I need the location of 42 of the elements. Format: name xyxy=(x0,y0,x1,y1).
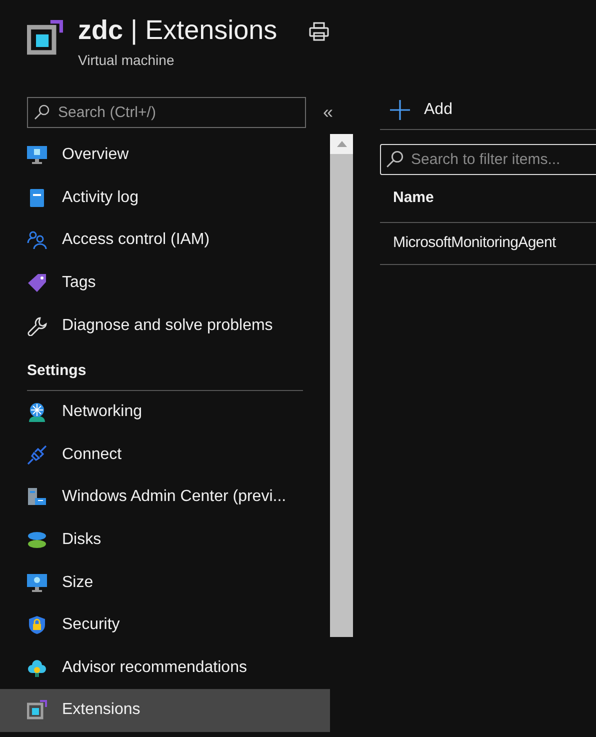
server-icon xyxy=(27,487,47,508)
column-header: Name xyxy=(393,188,434,208)
people-icon xyxy=(27,230,47,250)
nav-item[interactable]: Size xyxy=(0,561,330,604)
disks-icon xyxy=(27,530,47,550)
nav-item[interactable]: Extensions xyxy=(0,689,330,732)
collapse-button[interactable]: « xyxy=(323,103,334,121)
nav-item[interactable]: Windows Admin Center (previ... xyxy=(0,476,330,519)
extensions-icon xyxy=(27,700,47,720)
section-heading: Settings xyxy=(27,362,86,379)
nav-item[interactable]: Disks xyxy=(0,518,330,562)
monitor-icon xyxy=(27,572,47,593)
nav-item[interactable]: Connect xyxy=(0,434,330,476)
scrollbar[interactable] xyxy=(330,134,353,637)
nav-item[interactable]: Networking xyxy=(0,390,330,434)
search-icon xyxy=(34,104,50,120)
cloud-icon xyxy=(27,658,47,678)
network-icon xyxy=(27,402,47,422)
add-button[interactable]: Add xyxy=(380,98,452,122)
page-title: zdc | Extensions xyxy=(78,14,278,46)
nav-item[interactable]: Overview xyxy=(0,134,330,177)
tag-icon xyxy=(27,273,47,294)
nav-item[interactable]: Advisor recommendations xyxy=(0,646,330,690)
shield-icon xyxy=(27,615,47,636)
search-field[interactable]: Search (Ctrl+/) xyxy=(27,96,306,128)
search-icon xyxy=(386,150,404,168)
nav-item[interactable]: Access control (IAM) xyxy=(0,219,330,262)
nav-item[interactable]: Activity log xyxy=(0,176,330,220)
filter-field[interactable]: Search to filter items... xyxy=(380,144,596,175)
table-cell-text: MicrosoftMonitoringAgent xyxy=(393,233,556,254)
nav-item[interactable]: Security xyxy=(0,604,330,647)
print-icon[interactable] xyxy=(309,22,330,42)
plug-icon xyxy=(27,444,47,465)
page-subtitle: Virtual machine xyxy=(78,51,176,70)
monitor-icon xyxy=(27,145,47,166)
nav-item[interactable]: Tags xyxy=(0,262,330,304)
extensions-icon xyxy=(27,20,63,56)
wrench-icon xyxy=(27,316,47,336)
nav-item[interactable]: Diagnose and solve problems xyxy=(0,304,330,347)
up-arrow-icon[interactable] xyxy=(336,141,346,147)
notebook-icon xyxy=(27,188,47,208)
plus-icon xyxy=(390,100,410,120)
